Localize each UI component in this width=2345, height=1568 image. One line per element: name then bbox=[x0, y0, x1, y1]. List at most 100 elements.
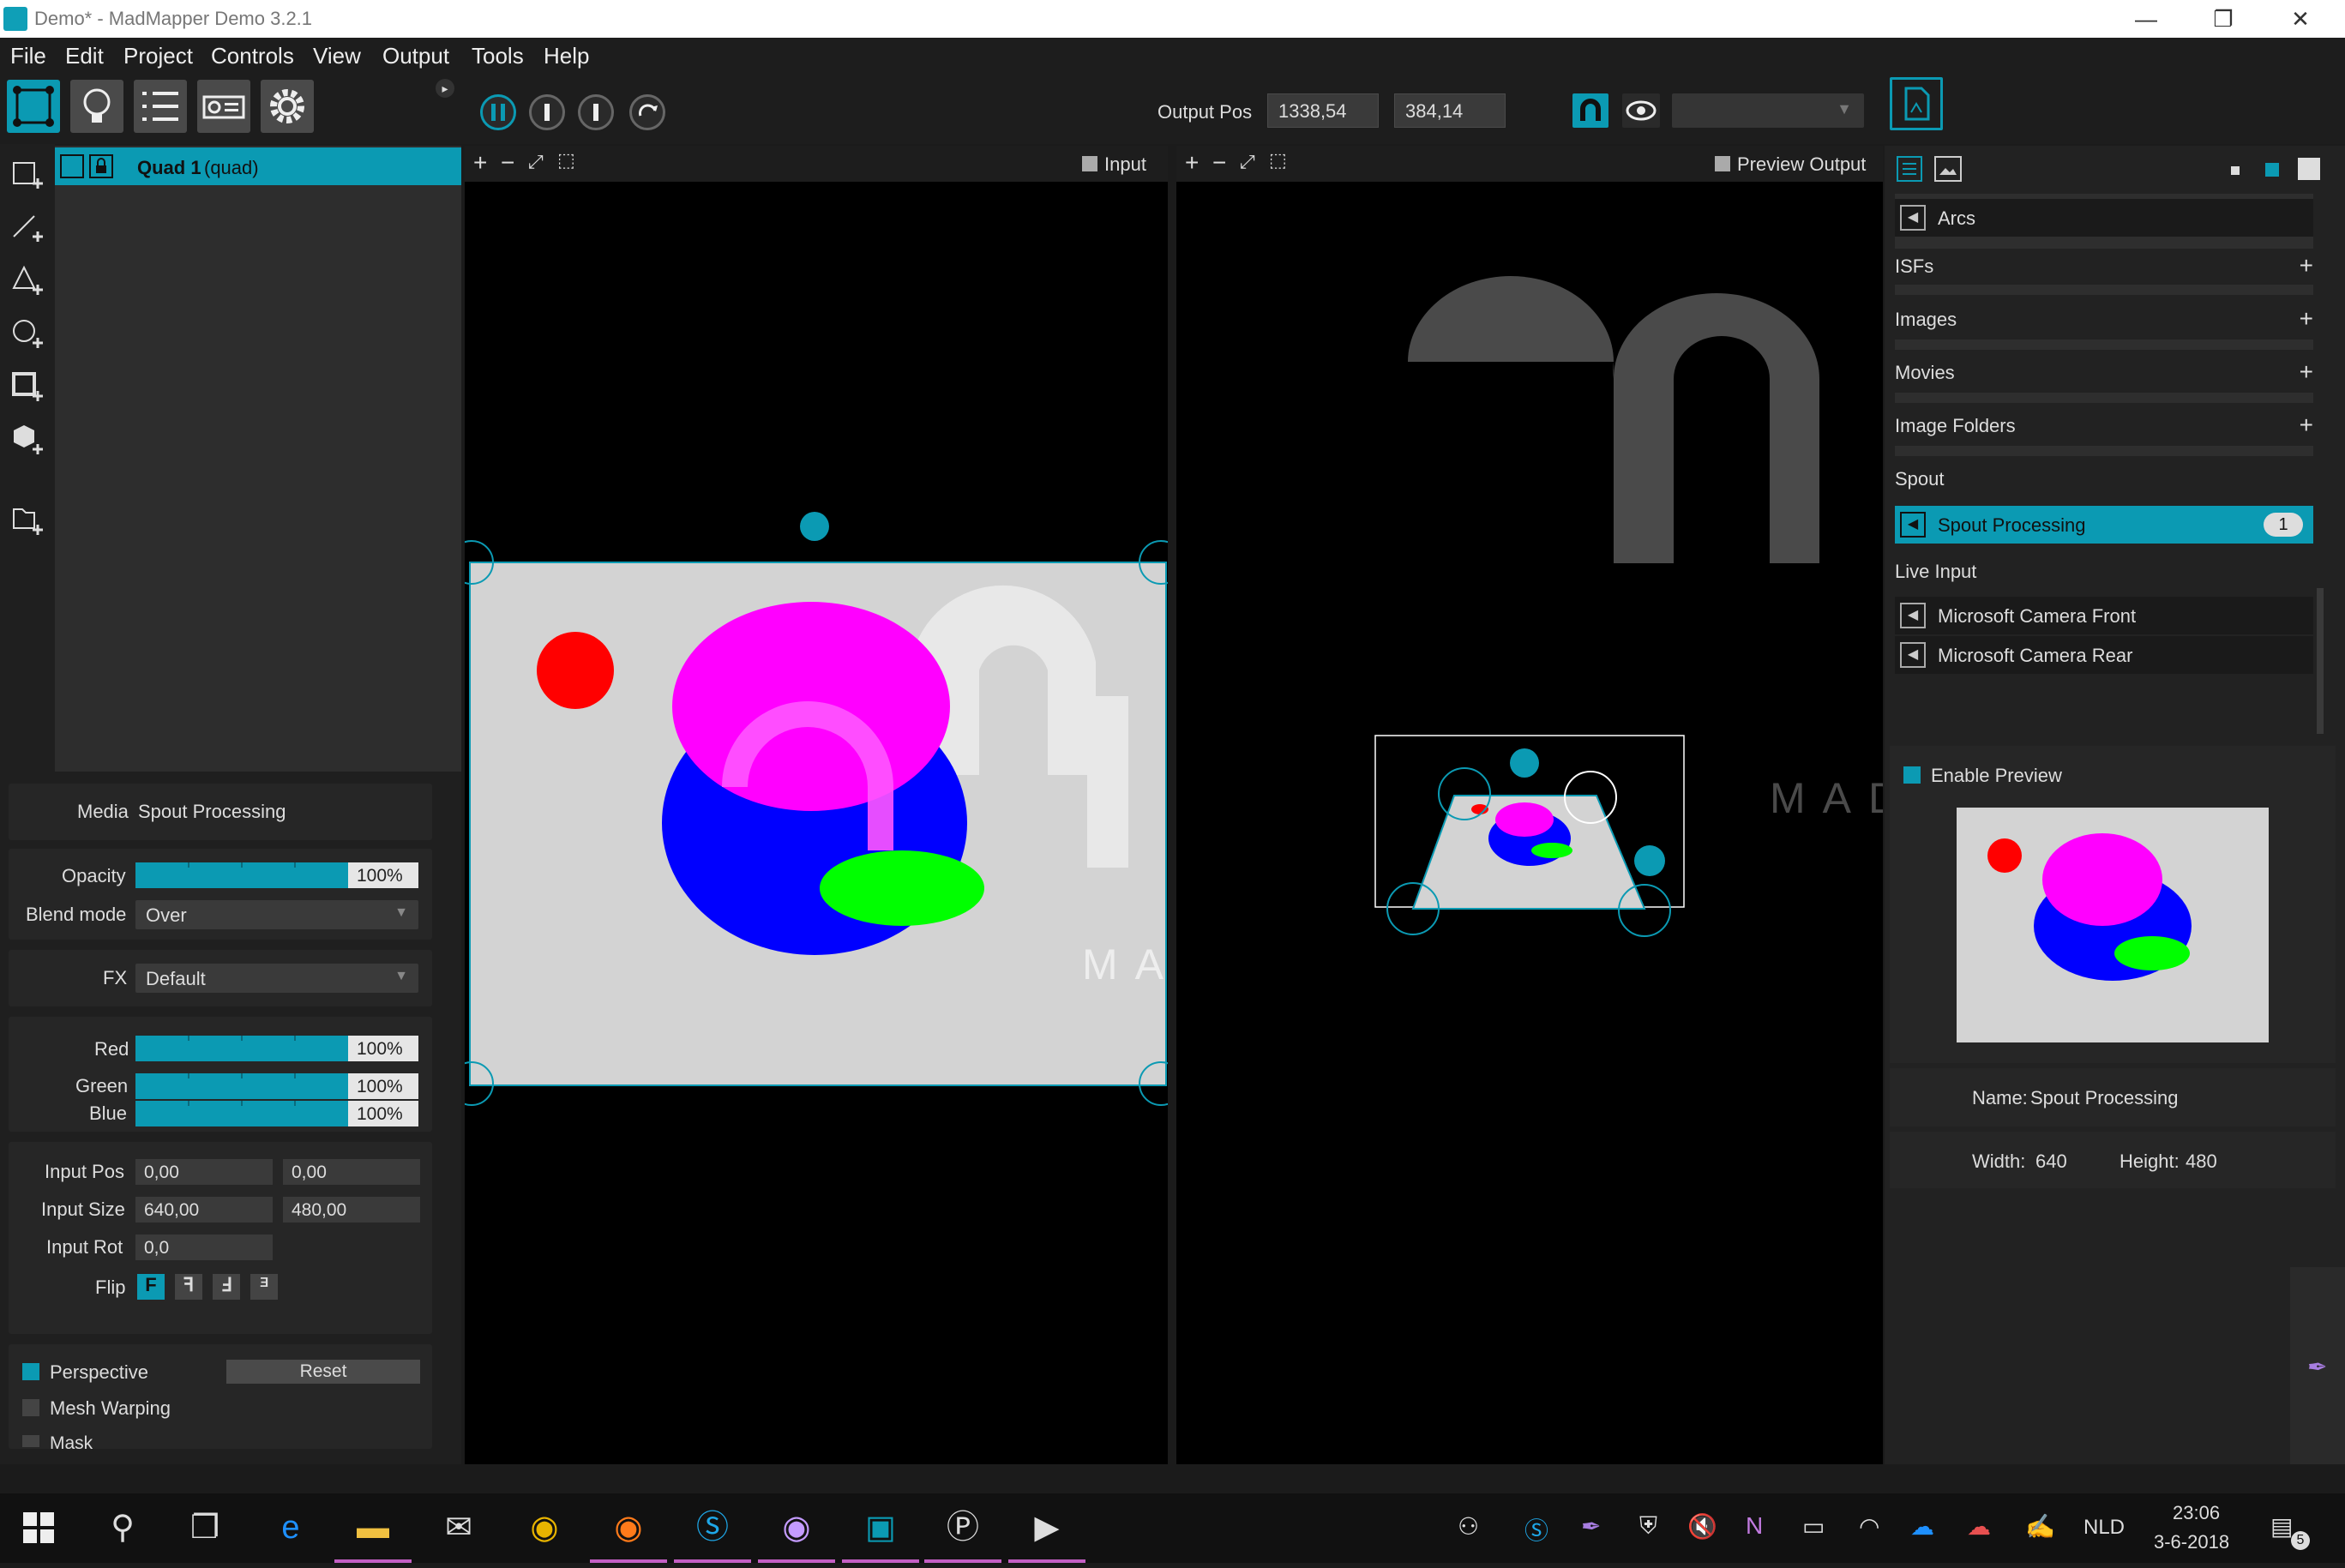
opacity-slider[interactable]: 100% bbox=[135, 862, 418, 888]
library-list-tab[interactable] bbox=[1897, 156, 1922, 182]
enable-preview-checkbox[interactable] bbox=[1903, 766, 1921, 784]
zoom-in-icon[interactable]: + bbox=[1185, 149, 1199, 177]
spout-header[interactable]: Spout bbox=[1895, 468, 2313, 494]
zoom-out-icon[interactable]: − bbox=[1212, 149, 1226, 177]
list-item-arcs[interactable]: ◀ Arcs bbox=[1895, 199, 2313, 237]
add-icon[interactable]: + bbox=[2300, 305, 2313, 333]
flip-horizontal-button[interactable]: ꟻ bbox=[175, 1274, 202, 1300]
menu-tools[interactable]: Tools bbox=[472, 43, 524, 69]
onedrive-icon[interactable]: ☁ bbox=[1910, 1512, 1934, 1541]
menu-controls[interactable]: Controls bbox=[211, 43, 294, 69]
stop-button[interactable] bbox=[529, 94, 565, 130]
mesh-warping-checkbox[interactable] bbox=[22, 1399, 39, 1416]
close-icon[interactable]: ✕ bbox=[2266, 0, 2335, 38]
output-canvas[interactable]: MAD bbox=[1176, 182, 1883, 1464]
visibility-checkbox[interactable] bbox=[60, 154, 84, 178]
surface-mode-button[interactable] bbox=[7, 80, 60, 133]
cloud-sync-icon[interactable]: ☁ bbox=[1967, 1512, 1991, 1541]
people-icon[interactable]: ⚇ bbox=[1458, 1512, 1479, 1541]
menu-help[interactable]: Help bbox=[544, 43, 589, 69]
output-pos-x-input[interactable]: 1338,54 bbox=[1267, 93, 1379, 128]
input-canvas[interactable]: MA bbox=[465, 182, 1168, 1464]
collapse-arrow-icon[interactable]: ▸ bbox=[436, 79, 454, 98]
language-indicator[interactable]: NLD bbox=[2083, 1516, 2125, 1540]
export-button[interactable] bbox=[1890, 77, 1943, 130]
menu-file[interactable]: File bbox=[10, 43, 46, 69]
cues-mode-button[interactable] bbox=[134, 80, 187, 133]
image-folders-header[interactable]: Image Folders + bbox=[1895, 412, 2313, 441]
processing-icon[interactable]: Ⓟ bbox=[924, 1493, 1001, 1563]
flip-none-button[interactable]: F bbox=[137, 1274, 165, 1300]
start-icon[interactable] bbox=[0, 1493, 77, 1563]
menu-output[interactable]: Output bbox=[382, 43, 449, 69]
pen-icon[interactable]: ✍ bbox=[2025, 1512, 2055, 1541]
fixtures-mode-button[interactable] bbox=[70, 80, 123, 133]
selection-icon[interactable]: ⬚ bbox=[1269, 149, 1287, 171]
add-line-icon[interactable] bbox=[10, 209, 45, 243]
add-icon[interactable]: + bbox=[2300, 412, 2313, 439]
output-pos-y-input[interactable]: 384,14 bbox=[1394, 93, 1506, 128]
firefox-icon[interactable]: ◉ bbox=[590, 1493, 667, 1563]
blend-mode-dropdown[interactable]: Over ▼ bbox=[135, 900, 418, 929]
add-icon[interactable]: + bbox=[2300, 252, 2313, 279]
restore-icon[interactable]: ❐ bbox=[2189, 0, 2258, 38]
side-drawer[interactable]: ✒ bbox=[2290, 1267, 2345, 1464]
layer-row[interactable]: Quad 1 (quad) bbox=[55, 147, 461, 185]
step-button[interactable] bbox=[578, 94, 614, 130]
wifi-icon[interactable]: ◠ bbox=[1859, 1512, 1879, 1541]
media-value[interactable]: Spout Processing bbox=[138, 801, 286, 823]
flip-vertical-button[interactable]: Ⅎ bbox=[213, 1274, 240, 1300]
selection-icon[interactable]: ⬚ bbox=[557, 149, 575, 171]
add-triangle-icon[interactable] bbox=[10, 262, 45, 297]
preview-toggle-button[interactable] bbox=[1622, 93, 1660, 128]
add-quad-icon[interactable] bbox=[10, 156, 45, 190]
onenote-icon[interactable]: N bbox=[1746, 1512, 1763, 1540]
skype-icon[interactable]: Ⓢ bbox=[674, 1493, 751, 1563]
loop-button[interactable] bbox=[629, 94, 665, 130]
feather-tray-icon[interactable]: ✒ bbox=[1581, 1512, 1601, 1541]
list-item-spout-processing[interactable]: ◀ Spout Processing 1 bbox=[1895, 506, 2313, 544]
add-group-icon[interactable] bbox=[10, 502, 45, 537]
movies-header[interactable]: Movies + bbox=[1895, 358, 2313, 387]
input-rot-input[interactable]: 0,0 bbox=[135, 1235, 273, 1260]
green-slider[interactable]: 100% bbox=[135, 1073, 418, 1099]
input-checkbox[interactable] bbox=[1082, 156, 1097, 171]
library-media-tab[interactable] bbox=[1934, 156, 1962, 182]
input-view[interactable]: + − ⤢ ⬚ Input MA bbox=[465, 146, 1168, 1464]
images-header[interactable]: Images + bbox=[1895, 305, 2313, 334]
mask-checkbox[interactable] bbox=[22, 1435, 39, 1447]
red-slider[interactable]: 100% bbox=[135, 1036, 418, 1061]
fit-icon[interactable]: ⤢ bbox=[1240, 151, 1255, 173]
battery-icon[interactable]: ▭ bbox=[1802, 1512, 1825, 1541]
magnet-button[interactable] bbox=[1572, 93, 1608, 128]
menu-project[interactable]: Project bbox=[123, 43, 193, 69]
file-explorer-icon[interactable]: ▬ bbox=[334, 1493, 412, 1563]
pause-button[interactable] bbox=[480, 94, 516, 130]
preview-output-checkbox[interactable] bbox=[1715, 156, 1730, 171]
output-setup-button[interactable] bbox=[197, 80, 250, 133]
chrome-icon[interactable]: ◉ bbox=[506, 1493, 583, 1563]
github-icon[interactable]: ◉ bbox=[758, 1493, 835, 1563]
clock-time[interactable]: 23:06 bbox=[2173, 1502, 2220, 1524]
input-size-h-input[interactable]: 480,00 bbox=[283, 1197, 420, 1223]
preview-output-view[interactable]: + − ⤢ ⬚ Preview Output MAD bbox=[1176, 146, 1883, 1464]
list-item-camera-rear[interactable]: ◀ Microsoft Camera Rear bbox=[1895, 636, 2313, 674]
edge-browser-icon[interactable]: e bbox=[252, 1493, 329, 1563]
settings-button[interactable] bbox=[261, 80, 314, 133]
lock-icon[interactable] bbox=[89, 154, 113, 178]
isfs-header[interactable]: ISFs + bbox=[1895, 252, 2313, 281]
task-view-icon[interactable]: ❐ bbox=[166, 1493, 244, 1563]
search-icon[interactable]: ⚲ bbox=[84, 1493, 161, 1563]
library-scrollbar[interactable] bbox=[2317, 588, 2324, 734]
add-icon[interactable]: + bbox=[2300, 358, 2313, 386]
fx-dropdown[interactable]: Default ▼ bbox=[135, 964, 418, 993]
zoom-out-icon[interactable]: − bbox=[501, 149, 514, 177]
output-select[interactable]: ▼ bbox=[1672, 93, 1864, 128]
input-size-w-input[interactable]: 640,00 bbox=[135, 1197, 273, 1223]
blue-slider[interactable]: 100% bbox=[135, 1101, 418, 1126]
madmapper-icon[interactable]: ▣ bbox=[842, 1493, 919, 1563]
small-thumb-icon[interactable] bbox=[2231, 166, 2240, 175]
mute-icon[interactable]: 🔇 bbox=[1687, 1512, 1717, 1541]
media-player-icon[interactable]: ▶ bbox=[1008, 1493, 1085, 1563]
live-input-header[interactable]: Live Input bbox=[1895, 561, 2313, 586]
